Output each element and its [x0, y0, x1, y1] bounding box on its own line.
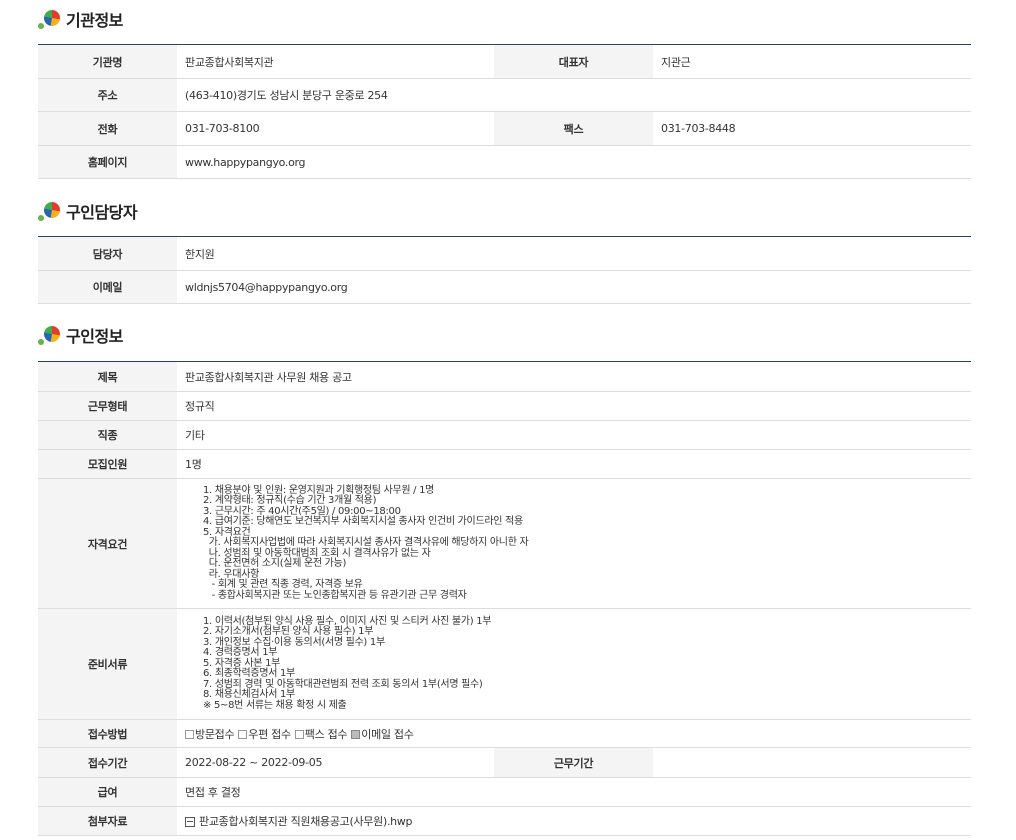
docs-label: 준비서류 [38, 608, 177, 720]
list-item: 3. 개인정보 수집·이용 동의서(서명 필수) 1부 [203, 636, 385, 648]
table-row: 첨부자료 판교종합사회복지관 직원채용공고(사무원).hwp [38, 806, 972, 836]
list-item: 4. 급여기준: 당해연도 보건복지부 사회복지시설 종사자 인건비 가이드라인… [203, 516, 523, 528]
logo-icon [38, 324, 62, 346]
method-label: 접수방법 [38, 719, 177, 748]
contact-table: 담당자 한지원 이메일 wldnjs5704@happypangyo.org [38, 236, 971, 304]
list-item: 7. 성범죄 경력 및 아동학대관련범죄 전력 조회 동의서 1부(서명 필수) [203, 678, 483, 690]
table-row: 급여 면접 후 결정 [38, 777, 972, 807]
attach-value: 판교종합사회복지관 직원채용공고(사무원).hwp [177, 806, 972, 836]
section-title-org: 기관정보 [38, 7, 123, 31]
attachment-link[interactable]: 판교종합사회복지관 직원채용공고(사무원).hwp [199, 815, 412, 828]
docs-value: 1. 이력서(첨부된 양식 사용 필수, 이미지 사진 및 스티커 사진 불가)… [177, 608, 972, 720]
table-row: 근무형태 정규직 [38, 391, 972, 421]
method-option-label: 방문접수 [195, 727, 235, 741]
fax-value: 031-703-8448 [653, 111, 971, 146]
org-table: 기관명 판교종합사회복지관 대표자 지관근 주소 (463-410)경기도 성남… [38, 44, 971, 179]
list-item: 5. 자격증 사본 1부 [203, 657, 281, 669]
method-value: 방문접수 우편 접수 팩스 접수 이메일 접수 [177, 719, 972, 748]
list-item: 4. 경력증명서 1부 [203, 647, 278, 659]
logo-icon [38, 200, 62, 222]
type-value: 정규직 [177, 391, 972, 421]
method-option-label: 이메일 접수 [361, 727, 414, 741]
method-option: 팩스 접수 [294, 727, 348, 741]
person-value: 한지원 [177, 236, 971, 271]
subject-value: 판교종합사회복지관 사무원 채용 공고 [177, 361, 972, 392]
checkbox-icon [185, 730, 194, 739]
table-row: 모집인원 1명 [38, 449, 972, 479]
salary-value: 면접 후 결정 [177, 777, 972, 807]
email-value[interactable]: wldnjs5704@happypangyo.org [177, 270, 971, 304]
section-title-text: 구인정보 [66, 327, 123, 346]
docs-list: 1. 이력서(첨부된 양식 사용 필수, 이미지 사진 및 스티커 사진 불가)… [185, 614, 970, 715]
table-row: 주소 (463-410)경기도 성남시 분당구 운중로 254 [38, 78, 971, 112]
job-table: 제목 판교종합사회복지관 사무원 채용 공고 근무형태 정규직 직종 기타 모집… [38, 361, 972, 836]
work-period-value [653, 747, 972, 778]
method-option-label: 우편 접수 [248, 727, 291, 741]
fax-label: 팩스 [494, 111, 653, 146]
attach-label: 첨부자료 [38, 806, 177, 836]
salary-label: 급여 [38, 777, 177, 807]
list-item: ※ 5~8번 서류는 채용 확정 시 제출 [203, 699, 347, 711]
work-period-label: 근무기간 [494, 747, 653, 778]
table-row: 준비서류 1. 이력서(첨부된 양식 사용 필수, 이미지 사진 및 스티커 사… [38, 608, 972, 720]
addr-value: (463-410)경기도 성남시 분당구 운중로 254 [177, 78, 971, 112]
web-link[interactable]: www.happypangyo.org [177, 145, 971, 179]
org-name-value: 판교종합사회복지관 [177, 44, 494, 79]
category-value: 기타 [177, 420, 972, 450]
section-title-contact: 구인담당자 [38, 199, 138, 223]
period-value: 2022-08-22 ~ 2022-09-05 [177, 747, 494, 778]
count-value: 1명 [177, 449, 972, 479]
tel-value: 031-703-8100 [177, 111, 494, 146]
table-row: 접수기간 2022-08-22 ~ 2022-09-05 근무기간 [38, 747, 972, 778]
table-row: 전화 031-703-8100 팩스 031-703-8448 [38, 111, 971, 146]
table-row: 이메일 wldnjs5704@happypangyo.org [38, 270, 971, 304]
email-label: 이메일 [38, 270, 177, 304]
method-option: 우편 접수 [238, 727, 291, 741]
table-row: 담당자 한지원 [38, 236, 971, 271]
qual-value: 1. 채용분야 및 인원: 운영지원과 기획행정팀 사무원 / 1명 2. 계약형… [177, 478, 972, 609]
method-option: 방문접수 [185, 727, 235, 741]
checkbox-icon [238, 730, 248, 739]
checkbox-icon [351, 730, 361, 739]
org-name-label: 기관명 [38, 44, 177, 79]
person-label: 담당자 [38, 236, 177, 271]
list-item: 다. 운전면허 소지(실제 운전 가능) [203, 558, 347, 570]
tel-label: 전화 [38, 111, 177, 146]
table-row: 직종 기타 [38, 420, 972, 450]
section-title-text: 기관정보 [66, 11, 123, 30]
count-label: 모집인원 [38, 449, 177, 479]
table-row: 제목 판교종합사회복지관 사무원 채용 공고 [38, 361, 972, 392]
type-label: 근무형태 [38, 391, 177, 421]
section-title-text: 구인담당자 [66, 203, 138, 222]
checkbox-icon [294, 730, 304, 739]
method-option-label: 팩스 접수 [304, 727, 348, 741]
method-option: 이메일 접수 [351, 727, 414, 741]
logo-icon [38, 8, 62, 30]
list-item: - 종합사회복지관 또는 노인종합복지관 등 유관기관 근무 경력자 [203, 589, 467, 601]
category-label: 직종 [38, 420, 177, 450]
addr-label: 주소 [38, 78, 177, 112]
rep-label: 대표자 [494, 44, 653, 79]
table-row: 홈페이지 www.happypangyo.org [38, 145, 971, 179]
rep-value: 지관근 [653, 44, 971, 79]
section-title-job: 구인정보 [38, 323, 123, 347]
table-row: 접수방법 방문접수 우편 접수 팩스 접수 이메일 접수 [38, 719, 972, 748]
qual-label: 자격요건 [38, 478, 177, 609]
table-row: 기관명 판교종합사회복지관 대표자 지관근 [38, 44, 971, 79]
file-icon [185, 817, 195, 827]
period-label: 접수기간 [38, 747, 177, 778]
subject-label: 제목 [38, 361, 177, 392]
web-label: 홈페이지 [38, 145, 177, 179]
table-row: 자격요건 1. 채용분야 및 인원: 운영지원과 기획행정팀 사무원 / 1명 2… [38, 478, 972, 609]
qual-list: 1. 채용분야 및 인원: 운영지원과 기획행정팀 사무원 / 1명 2. 계약형… [185, 483, 970, 605]
